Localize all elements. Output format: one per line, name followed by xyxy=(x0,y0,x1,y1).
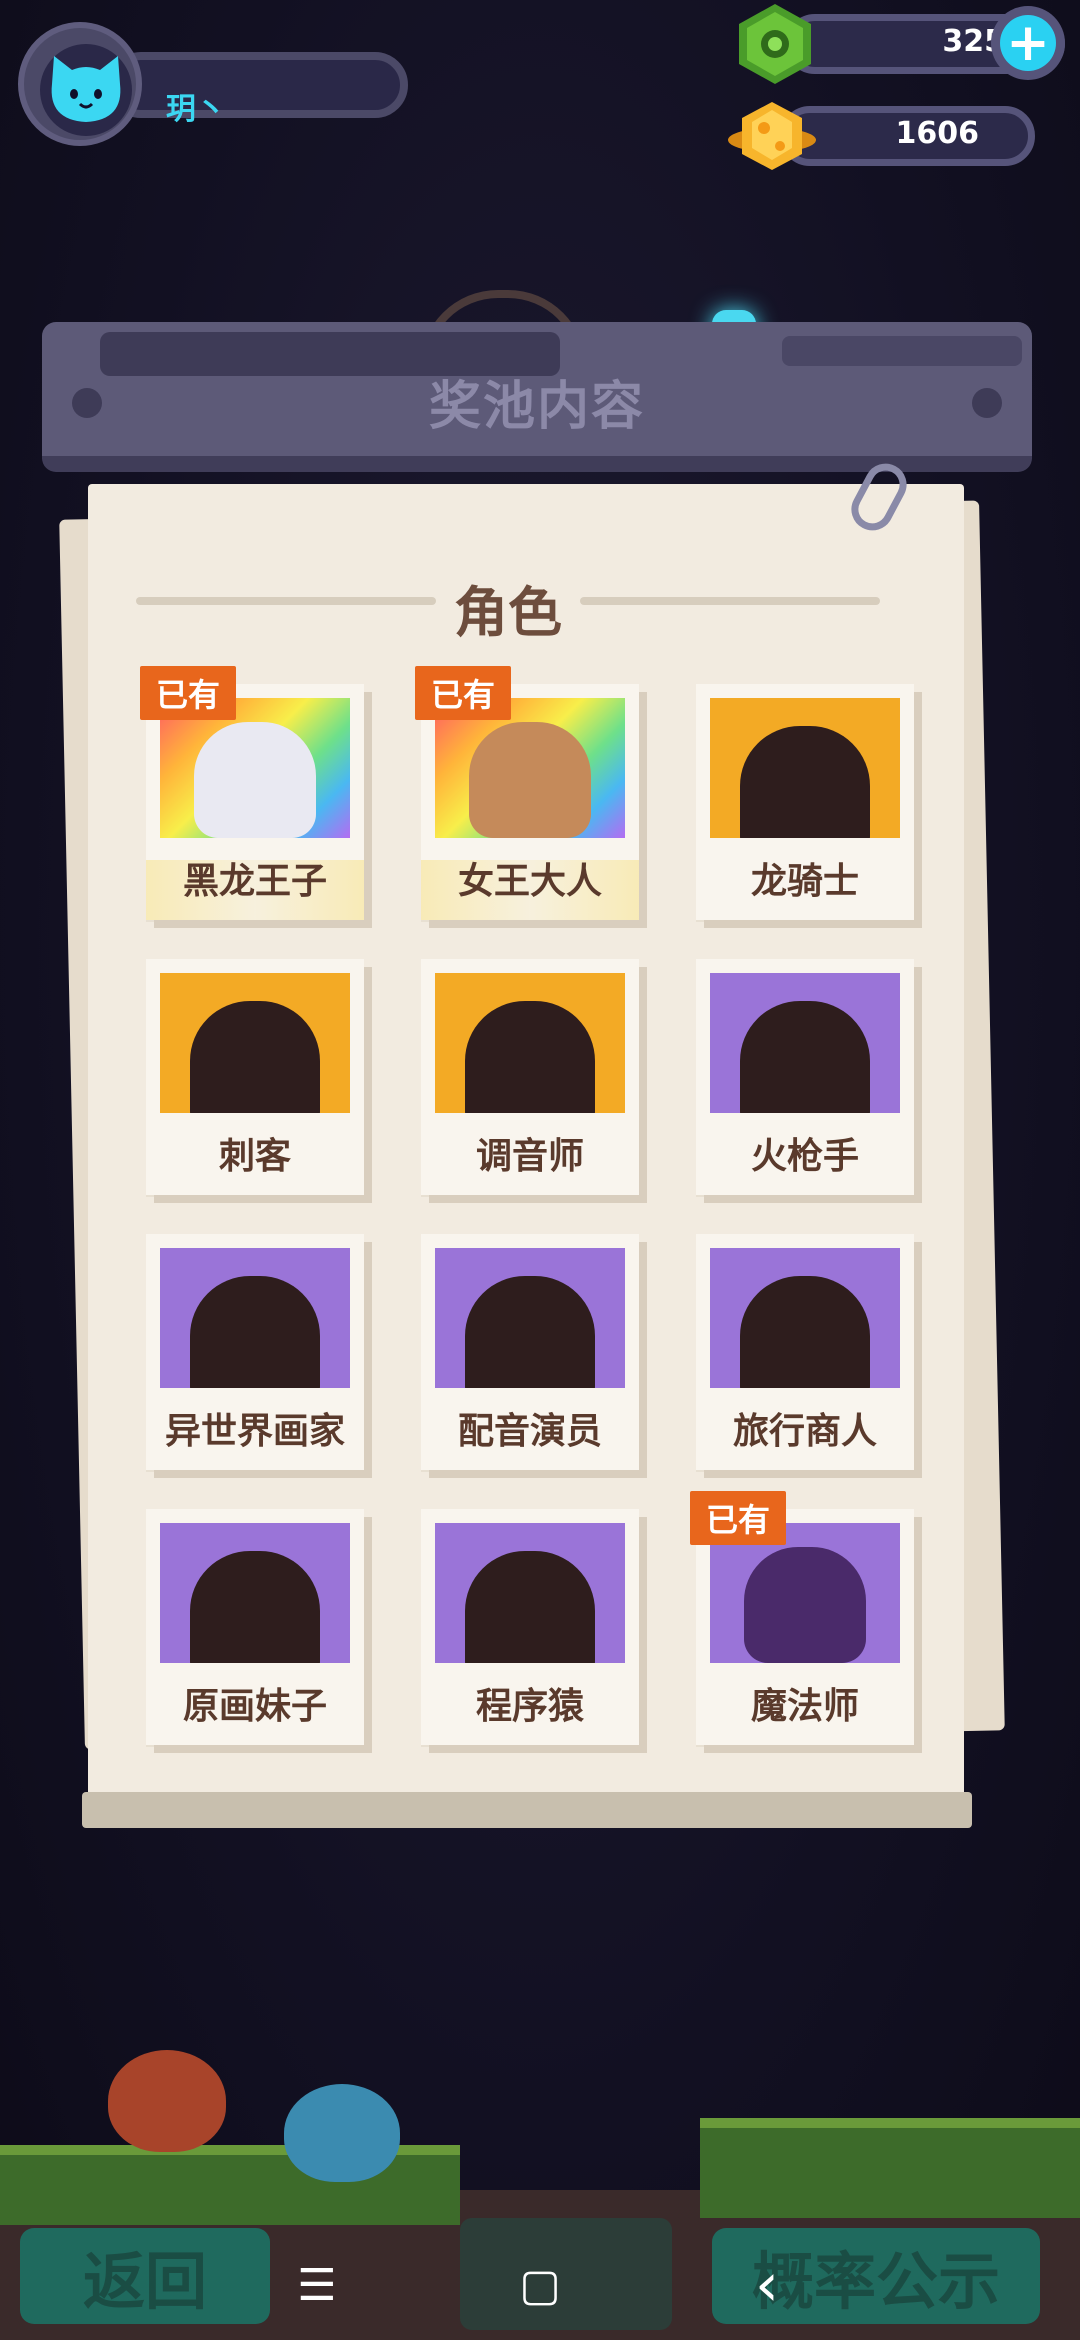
menu-icon[interactable]: ☰ xyxy=(262,2230,372,2340)
cat-face-icon xyxy=(40,44,132,136)
character-portrait xyxy=(160,1248,350,1388)
machine-slot xyxy=(782,336,1022,366)
character-name: 调音师 xyxy=(475,1136,584,1177)
character-card[interactable]: 魔法师 已有 xyxy=(690,1491,914,1745)
character-figure xyxy=(190,1001,320,1113)
character-figure xyxy=(465,1276,595,1388)
character-name: 火枪手 xyxy=(750,1136,859,1177)
character-card[interactable]: 黑龙王子 已有 xyxy=(140,666,364,920)
character-name: 龙骑士 xyxy=(750,861,859,902)
character-name: 异世界画家 xyxy=(164,1411,345,1452)
panel-title: 奖池内容 xyxy=(428,377,645,437)
plus-icon: + xyxy=(1000,15,1056,71)
section-title: 角色 xyxy=(454,581,562,644)
character-portrait xyxy=(710,698,900,838)
back-nav-icon[interactable]: ‹ xyxy=(712,2230,822,2340)
character-card[interactable]: 旅行商人 xyxy=(696,1234,914,1470)
character-portrait xyxy=(160,1523,350,1663)
character-name: 刺客 xyxy=(218,1136,291,1177)
coin-currency: 1606 xyxy=(728,102,1035,170)
character-figure xyxy=(190,1551,320,1663)
owned-badge: 已有 xyxy=(690,1491,787,1545)
character-card[interactable]: 刺客 xyxy=(146,959,364,1195)
character-card[interactable]: 龙骑士 xyxy=(696,684,914,920)
character-card[interactable]: 火枪手 xyxy=(696,959,914,1195)
character-figure xyxy=(740,1001,870,1113)
character-figure xyxy=(740,726,870,838)
system-navigation-bar: ☰ ▢ ‹ xyxy=(0,2230,1080,2340)
character-name: 黑龙王子 xyxy=(182,861,327,902)
gem-currency: 325 + xyxy=(735,4,1065,84)
character-card[interactable]: 原画妹子 xyxy=(146,1509,364,1745)
character-figure xyxy=(194,722,316,838)
owned-badge: 已有 xyxy=(140,666,237,720)
character-portrait xyxy=(435,973,625,1113)
blue-slime-icon xyxy=(284,2084,400,2182)
player-profile[interactable]: 玥丶 xyxy=(18,22,408,146)
character-name: 配音演员 xyxy=(457,1411,602,1452)
character-figure xyxy=(740,1276,870,1388)
player-name: 玥丶 xyxy=(166,92,226,127)
character-portrait xyxy=(435,1523,625,1663)
home-icon[interactable]: ▢ xyxy=(485,2230,595,2340)
gold-planet-icon xyxy=(728,102,816,170)
character-card[interactable]: 异世界画家 xyxy=(146,1234,364,1470)
character-name: 魔法师 xyxy=(750,1686,859,1727)
green-gem-icon xyxy=(739,4,811,84)
character-figure xyxy=(744,1547,866,1663)
grass-platform xyxy=(700,2118,1080,2218)
character-name: 程序猿 xyxy=(475,1686,584,1727)
red-slime-icon xyxy=(108,2050,226,2152)
character-figure xyxy=(465,1001,595,1113)
character-portrait xyxy=(710,973,900,1113)
section-header: 角色 xyxy=(136,564,880,644)
character-card[interactable]: 配音演员 xyxy=(421,1234,639,1470)
avatar-frame[interactable] xyxy=(18,22,142,146)
owned-badge: 已有 xyxy=(415,666,512,720)
character-portrait xyxy=(435,1248,625,1388)
character-figure xyxy=(469,722,591,838)
coin-value: 1606 xyxy=(895,116,980,151)
player-name-bar xyxy=(108,52,408,118)
character-card[interactable]: 女王大人 已有 xyxy=(415,666,639,920)
character-name: 女王大人 xyxy=(457,861,602,902)
add-gem-button[interactable]: + xyxy=(991,6,1065,80)
character-card[interactable]: 程序猿 xyxy=(421,1509,639,1745)
paper-edge xyxy=(82,1792,972,1828)
character-figure xyxy=(190,1276,320,1388)
character-name: 旅行商人 xyxy=(732,1411,877,1452)
character-portrait xyxy=(160,973,350,1113)
character-card[interactable]: 调音师 xyxy=(421,959,639,1195)
prize-pool-header: 奖池内容 xyxy=(42,322,1032,472)
character-figure xyxy=(465,1551,595,1663)
character-name: 原画妹子 xyxy=(182,1686,327,1727)
character-portrait xyxy=(710,1248,900,1388)
